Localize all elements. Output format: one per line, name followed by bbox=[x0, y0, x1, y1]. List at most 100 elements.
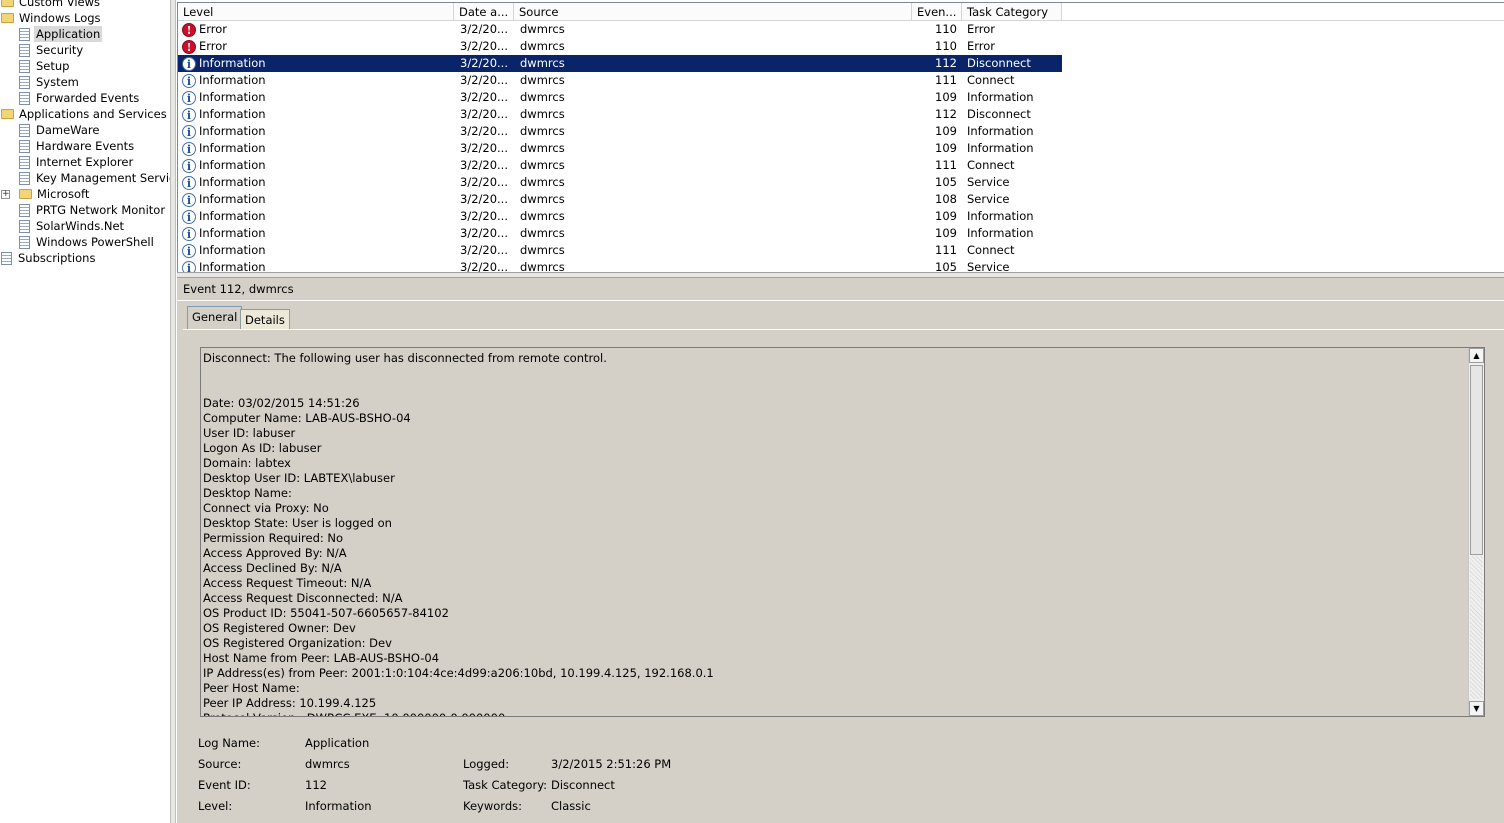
event-row[interactable]: i Information 3/2/20... dwmrcs 112 Disconnect bbox=[178, 106, 1062, 123]
tree-item-label: Key Management Service bbox=[36, 171, 170, 185]
scroll-down-icon[interactable]: ▼ bbox=[1469, 701, 1484, 716]
message-line: Access Request Disconnected: N/A bbox=[203, 591, 403, 605]
source-value: dwmrcs bbox=[305, 757, 350, 771]
event-row[interactable]: i Information 3/2/20... dwmrcs 109 Informatio… bbox=[178, 89, 1062, 106]
scroll-track[interactable] bbox=[1470, 556, 1483, 699]
tree-item-windows-powershell[interactable]: Windows PowerShell bbox=[19, 234, 156, 250]
message-line: Desktop User ID: LABTEX\labuser bbox=[203, 471, 395, 485]
tree-item-label: Applications and Services Logs bbox=[19, 107, 170, 121]
tree-item-forwarded-events[interactable]: Forwarded Events bbox=[19, 90, 141, 106]
level-text: Error bbox=[199, 22, 228, 36]
info-icon: i bbox=[182, 243, 196, 258]
level-cell: i Information bbox=[182, 242, 452, 259]
tree-item-subscriptions[interactable]: Subscriptions bbox=[1, 250, 97, 266]
tree-item-setup[interactable]: Setup bbox=[19, 58, 71, 74]
event-id-cell: 111 bbox=[935, 243, 957, 257]
expand-icon[interactable]: + bbox=[1, 189, 10, 199]
task-category-cell: Error bbox=[967, 22, 996, 36]
level-cell: i Information bbox=[182, 259, 452, 273]
tree-item-security[interactable]: Security bbox=[19, 42, 85, 58]
date-cell: 3/2/20... bbox=[460, 209, 508, 223]
tree-item-applications-and-services-logs[interactable]: Applications and Services Logs bbox=[1, 106, 170, 122]
info-icon: i bbox=[182, 56, 196, 71]
tree-item-custom-views[interactable]: Custom Views bbox=[1, 0, 102, 10]
level-text: Information bbox=[199, 175, 266, 189]
tree-item-solarwinds-net[interactable]: SolarWinds.Net bbox=[19, 218, 126, 234]
task-category-cell: Connect bbox=[967, 158, 1015, 172]
level-text: Error bbox=[199, 39, 228, 53]
message-line bbox=[203, 366, 714, 381]
message-scrollbar[interactable]: ▲ ▼ bbox=[1468, 348, 1484, 716]
event-row[interactable]: ! Error 3/2/20... dwmrcs 110 Error bbox=[178, 21, 1062, 38]
source-cell: dwmrcs bbox=[520, 22, 565, 36]
event-row[interactable]: i Information 3/2/20... dwmrcs 111 Connect bbox=[178, 157, 1062, 174]
event-row[interactable]: i Information 3/2/20... dwmrcs 111 Connect bbox=[178, 72, 1062, 89]
info-icon: i bbox=[182, 158, 196, 173]
message-line: Access Declined By: N/A bbox=[203, 561, 342, 575]
event-id-cell: 111 bbox=[935, 73, 957, 87]
task-category-cell: Information bbox=[967, 90, 1034, 104]
column-header-date[interactable]: Date a... bbox=[454, 3, 514, 20]
tree-item-dameware[interactable]: DameWare bbox=[19, 122, 101, 138]
vertical-splitter[interactable] bbox=[170, 0, 176, 823]
level-cell: i Information bbox=[182, 191, 452, 208]
event-row[interactable]: i Information 3/2/20... dwmrcs 109 Informatio… bbox=[178, 225, 1062, 242]
tree-item-key-management-service[interactable]: Key Management Service bbox=[19, 170, 170, 186]
message-line: Domain: labtex bbox=[203, 456, 291, 470]
scroll-up-icon[interactable]: ▲ bbox=[1469, 348, 1484, 363]
date-cell: 3/2/20... bbox=[460, 124, 508, 138]
column-header-event-id[interactable]: Even... bbox=[912, 3, 962, 20]
level-cell: i Information bbox=[182, 208, 452, 225]
tab-general[interactable]: General bbox=[187, 306, 243, 330]
task-category-cell: Service bbox=[967, 260, 1010, 273]
tree-item-hardware-events[interactable]: Hardware Events bbox=[19, 138, 136, 154]
tree-item-windows-logs[interactable]: Windows Logs bbox=[1, 10, 103, 26]
event-row[interactable]: i Information 3/2/20... dwmrcs 112 Disconnect bbox=[178, 55, 1062, 72]
column-header-level[interactable]: Level bbox=[178, 3, 454, 20]
info-icon: i bbox=[182, 192, 196, 207]
level-text: Information bbox=[199, 141, 266, 155]
event-id-cell: 112 bbox=[935, 107, 957, 121]
message-line: Peer Host Name: bbox=[203, 681, 300, 695]
tree-item-label: Forwarded Events bbox=[36, 91, 140, 105]
level-text: Information bbox=[199, 90, 266, 104]
event-id-value: 112 bbox=[305, 778, 327, 792]
task-category-cell: Information bbox=[967, 141, 1034, 155]
column-header-source[interactable]: Source bbox=[514, 3, 912, 20]
event-row[interactable]: i Information 3/2/20... dwmrcs 111 Connect bbox=[178, 242, 1062, 259]
tree-item-label: SolarWinds.Net bbox=[36, 219, 125, 233]
info-icon: i bbox=[182, 175, 196, 190]
source-cell: dwmrcs bbox=[520, 90, 565, 104]
event-row[interactable]: i Information 3/2/20... dwmrcs 109 Informatio… bbox=[178, 208, 1062, 225]
log-icon bbox=[19, 139, 30, 153]
level-cell: ! Error bbox=[182, 38, 452, 55]
tree-item-microsoft[interactable]: + Microsoft bbox=[1, 186, 91, 202]
event-row[interactable]: i Information 3/2/20... dwmrcs 105 Service bbox=[178, 259, 1062, 273]
event-id-label: Event ID: bbox=[198, 778, 251, 792]
event-row[interactable]: i Information 3/2/20... dwmrcs 108 Service bbox=[178, 191, 1062, 208]
source-cell: dwmrcs bbox=[520, 226, 565, 240]
folder-icon bbox=[1, 0, 14, 7]
event-message-box[interactable]: Disconnect: The following user has disco… bbox=[200, 347, 1485, 717]
tree-item-system[interactable]: System bbox=[19, 74, 81, 90]
log-icon bbox=[19, 171, 30, 185]
scroll-thumb[interactable] bbox=[1470, 365, 1483, 555]
tree-item-prtg-network-monitor[interactable]: PRTG Network Monitor bbox=[19, 202, 167, 218]
message-line bbox=[203, 381, 714, 396]
event-id-cell: 105 bbox=[935, 260, 957, 273]
info-icon: i bbox=[182, 124, 196, 139]
tree-item-internet-explorer[interactable]: Internet Explorer bbox=[19, 154, 135, 170]
tree-item-label: Internet Explorer bbox=[36, 155, 134, 169]
event-id-cell: 108 bbox=[935, 192, 957, 206]
source-cell: dwmrcs bbox=[520, 39, 565, 53]
column-header-task-category[interactable]: Task Category bbox=[962, 3, 1062, 20]
event-row[interactable]: ! Error 3/2/20... dwmrcs 110 Error bbox=[178, 38, 1062, 55]
event-row[interactable]: i Information 3/2/20... dwmrcs 105 Service bbox=[178, 174, 1062, 191]
event-row[interactable]: i Information 3/2/20... dwmrcs 109 Informatio… bbox=[178, 140, 1062, 157]
event-row[interactable]: i Information 3/2/20... dwmrcs 109 Informatio… bbox=[178, 123, 1062, 140]
message-line: Disconnect: The following user has disco… bbox=[203, 351, 607, 365]
tree-item-application[interactable]: Application bbox=[19, 26, 103, 42]
tree-item-label: DameWare bbox=[36, 123, 100, 137]
logged-value: 3/2/2015 2:51:26 PM bbox=[551, 757, 672, 771]
tab-details[interactable]: Details bbox=[240, 309, 290, 330]
